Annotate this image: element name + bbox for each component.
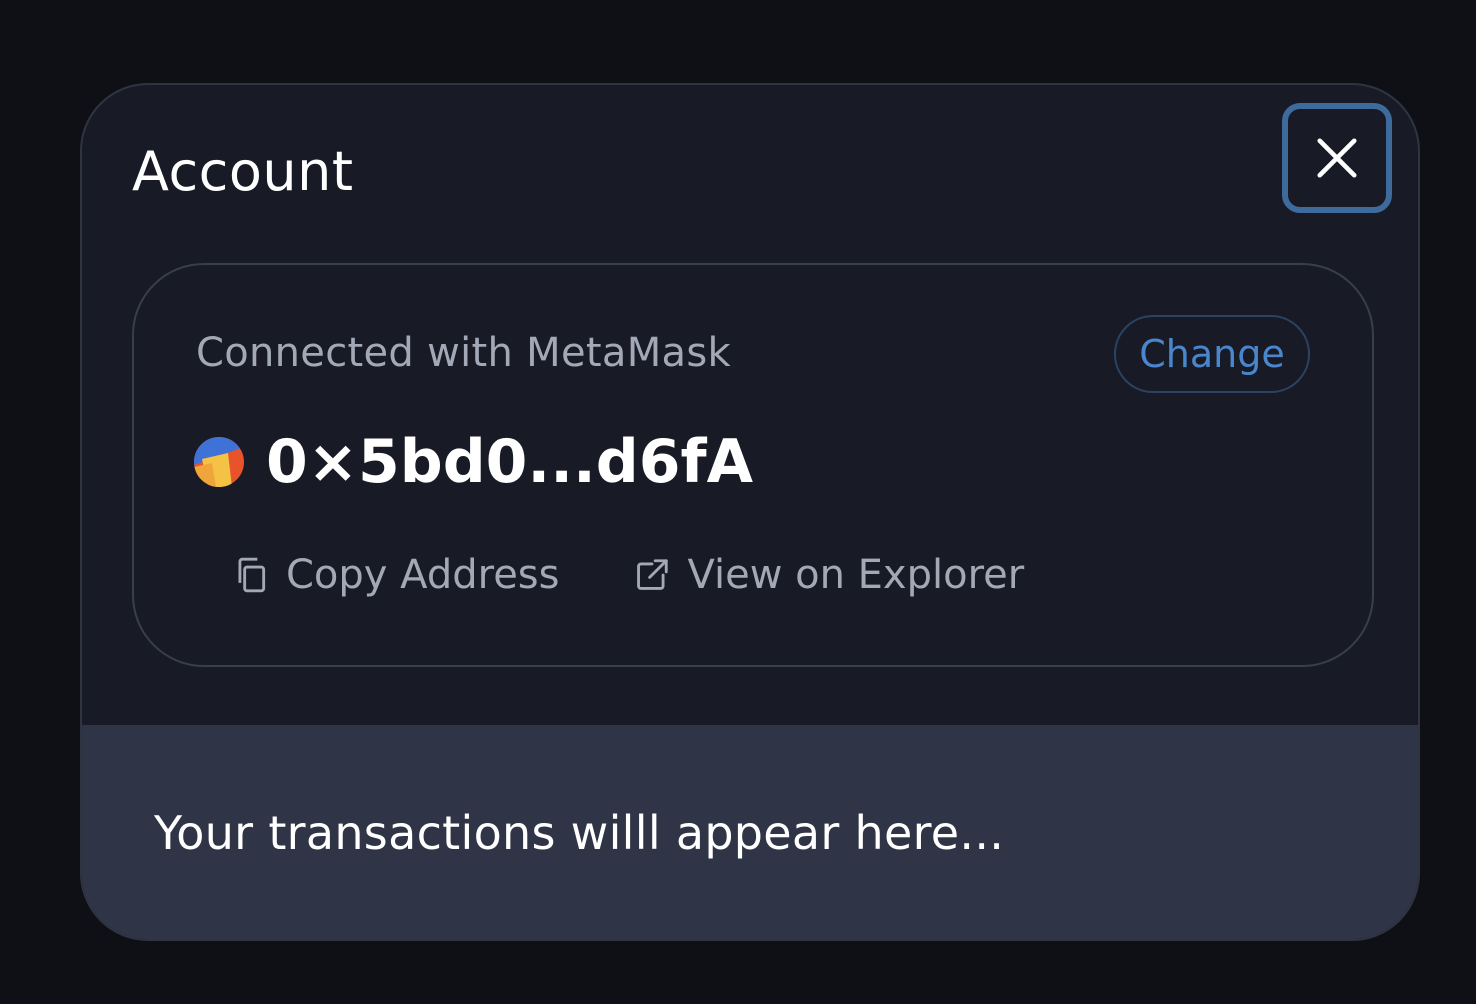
account-card: Connected with MetaMask Change 0×5bd0...… <box>132 263 1374 667</box>
connected-wallet-label: Connected with MetaMask <box>196 330 731 376</box>
copy-address-label: Copy Address <box>286 552 560 598</box>
account-actions: Copy Address View on Explorer <box>232 549 1024 601</box>
external-link-icon <box>637 559 669 590</box>
account-modal: Account Connected with MetaMask Change 0… <box>80 83 1420 941</box>
view-on-explorer-label: View on Explorer <box>687 552 1025 598</box>
close-icon <box>1317 138 1357 178</box>
change-wallet-button[interactable]: Change <box>1114 315 1310 393</box>
transactions-placeholder: Your transactions willl appear here... <box>154 806 1005 860</box>
identicon-avatar <box>194 437 244 487</box>
transactions-section: Your transactions willl appear here... <box>82 725 1418 939</box>
copy-address-button[interactable]: Copy Address <box>232 549 559 601</box>
copy-icon <box>238 557 266 593</box>
wallet-address: 0×5bd0...d6fA <box>266 427 754 497</box>
address-row: 0×5bd0...d6fA <box>194 425 753 499</box>
modal-title: Account <box>132 140 354 203</box>
view-on-explorer-link[interactable]: View on Explorer <box>633 549 1024 601</box>
close-button[interactable] <box>1282 103 1392 213</box>
